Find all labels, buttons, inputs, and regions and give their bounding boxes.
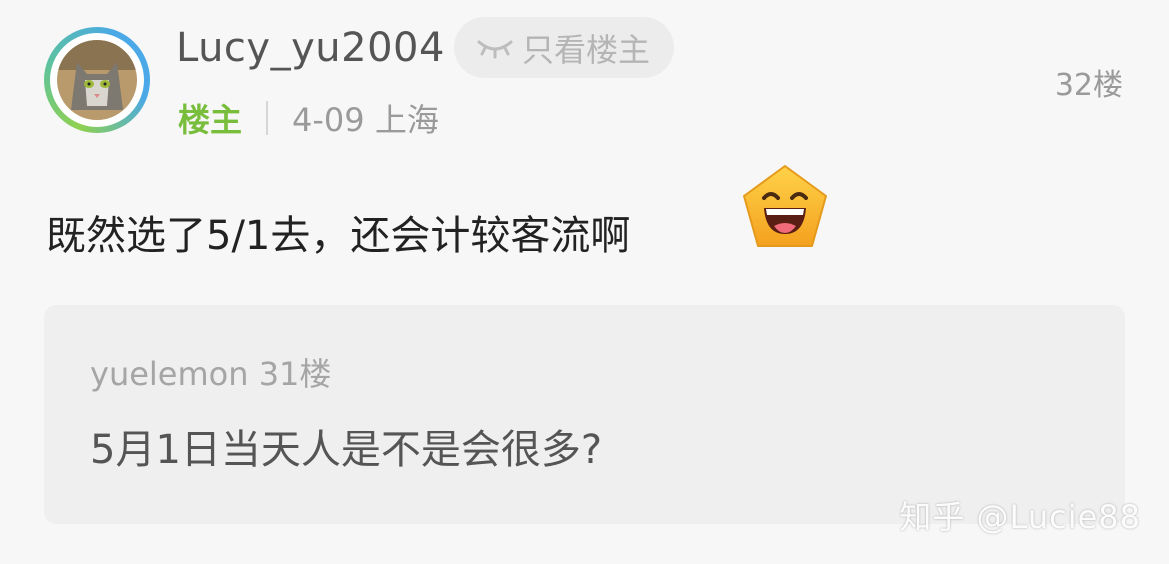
avatar[interactable]: [44, 27, 150, 133]
post-meta: 楼主 4-09 上海: [178, 96, 439, 140]
grinning-face-emoji: [743, 165, 827, 247]
username[interactable]: Lucy_yu2004: [176, 24, 445, 72]
quote-header: yuelemon 31楼: [90, 349, 331, 395]
eye-closed-icon: [477, 40, 513, 58]
only-op-button[interactable]: 只看楼主: [454, 17, 674, 78]
op-badge: 楼主: [178, 101, 243, 139]
post-content-text: 既然选了5/1去，还会计较客流啊: [46, 213, 631, 259]
quote-text: 5月1日当天人是不是会很多?: [90, 427, 603, 473]
quote-author[interactable]: yuelemon: [90, 355, 249, 393]
watermark: 知乎 @Lucie88: [899, 498, 1141, 536]
date-location: 4-09 上海: [292, 101, 439, 139]
only-op-label: 只看楼主: [522, 30, 651, 69]
meta-divider: [266, 101, 269, 135]
post-content: 既然选了5/1去，还会计较客流啊: [46, 208, 630, 264]
quote-floor: 31楼: [258, 355, 332, 393]
floor-number: 32楼: [1054, 68, 1123, 103]
avatar-image: [57, 40, 137, 120]
